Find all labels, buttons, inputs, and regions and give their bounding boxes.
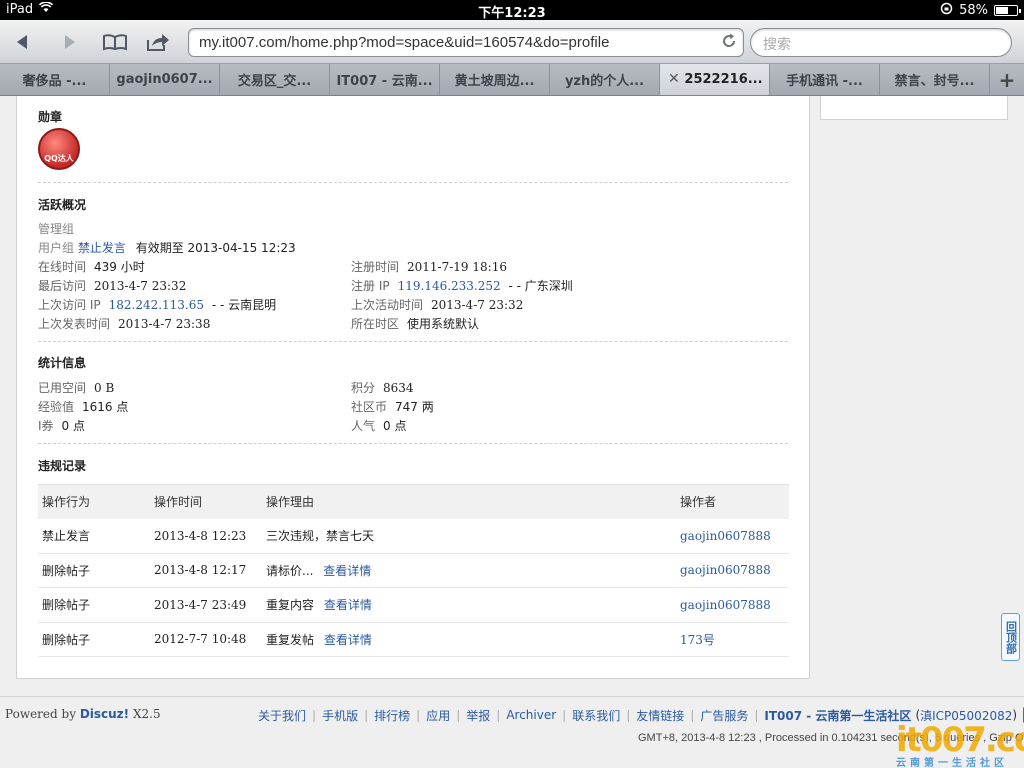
footer-link-archiver[interactable]: Archiver <box>506 708 556 722</box>
view-detail-link[interactable]: 查看详情 <box>324 633 372 647</box>
activity-title: 活跃概况 <box>38 198 87 212</box>
new-tab-button[interactable]: + <box>990 64 1024 95</box>
footer-link-about[interactable]: 关于我们 <box>258 707 306 724</box>
experience: 经验值 1616 点 <box>38 400 129 414</box>
profile-panel: 勋章 QQ达人 活跃概况 管理组 用户组 禁止发言 有效期至 2013-04-1… <box>16 96 810 679</box>
powered-by: Powered by Discuz! X2.5 <box>5 707 161 721</box>
community-coin: 社区币 747 两 <box>351 400 434 414</box>
tab-8[interactable]: 手机通讯 -... <box>770 64 880 95</box>
sidebar-panel <box>820 96 1008 120</box>
url-text: my.it007.com/home.php?mod=space&uid=1605… <box>199 34 610 51</box>
footer-divider <box>0 696 1024 697</box>
table-header-row: 操作行为 操作时间 操作理由 操作者 <box>38 484 789 519</box>
discuz-link[interactable]: Discuz! <box>80 707 129 721</box>
divider <box>38 182 788 183</box>
table-row: 删除帖子 2012-7-7 10:48 重复发帖 查看详情 173号 <box>38 622 789 657</box>
table-row: 删除帖子 2013-4-8 12:17 请标价... 查看详情 gaojin06… <box>38 553 789 588</box>
tab-6[interactable]: yzh的个人... <box>550 64 660 95</box>
header-operator: 操作者 <box>676 484 789 519</box>
register-ip: 注册 IP 119.146.233.252 - - 广东深圳 <box>351 279 573 293</box>
address-bar[interactable]: my.it007.com/home.php?mod=space&uid=1605… <box>188 28 744 57</box>
violations-table: 操作行为 操作时间 操作理由 操作者 禁止发言 2013-4-8 12:23 三… <box>38 484 789 657</box>
rotation-lock-icon <box>940 2 953 19</box>
web-page: 勋章 QQ达人 活跃概况 管理组 用户组 禁止发言 有效期至 2013-04-1… <box>0 96 1024 768</box>
tab-4[interactable]: IT007 - 云南... <box>330 64 440 95</box>
browser-toolbar: my.it007.com/home.php?mod=space&uid=1605… <box>0 20 1024 64</box>
tab-bar: 奢侈品 -... gaojin0607... 交易区_交... IT007 - … <box>0 64 1024 96</box>
header-action: 操作行为 <box>38 484 150 519</box>
search-input[interactable]: 搜索 <box>750 28 1012 57</box>
divider <box>38 341 788 342</box>
online-time: 在线时间 439 小时 <box>38 260 145 274</box>
footer-link-friends[interactable]: 友情链接 <box>636 707 684 724</box>
forward-icon[interactable] <box>54 28 84 56</box>
battery-icon <box>994 5 1021 16</box>
violations-title: 违规记录 <box>38 459 87 473</box>
tab-5[interactable]: 黄土坡周边... <box>440 64 550 95</box>
last-visit: 最后访问 2013-4-7 23:32 <box>38 279 187 293</box>
footer-link-report[interactable]: 举报 <box>466 707 490 724</box>
usergroup-row: 用户组 禁止发言 有效期至 2013-04-15 12:23 <box>38 241 296 255</box>
footer-link-mobile[interactable]: 手机版 <box>322 707 358 724</box>
header-reason: 操作理由 <box>262 484 676 519</box>
register-ip-link[interactable]: 119.146.233.252 <box>398 279 501 293</box>
operator-link[interactable]: 173号 <box>680 633 715 647</box>
it007-logo: it007.com 云南第一生活社区 <box>896 720 1024 768</box>
operator-link[interactable]: gaojin0607888 <box>680 563 771 577</box>
battery-percent: 58% <box>959 3 988 18</box>
view-detail-link[interactable]: 查看详情 <box>323 564 371 578</box>
share-icon[interactable] <box>143 28 173 56</box>
tab-9[interactable]: 禁言、封号... <box>880 64 990 95</box>
stats-title: 统计信息 <box>38 356 87 370</box>
footer-link-contact[interactable]: 联系我们 <box>572 707 620 724</box>
last-active: 上次活动时间 2013-4-7 23:32 <box>351 298 524 312</box>
usergroup-link[interactable]: 禁止发言 <box>78 241 126 255</box>
table-row: 删除帖子 2013-4-7 23:49 重复内容 查看详情 gaojin0607… <box>38 587 789 623</box>
space-used: 已用空间 0 B <box>38 381 115 395</box>
footer-link-ranking[interactable]: 排行榜 <box>374 707 410 724</box>
last-ip: 上次访问 IP 182.242.113.65 - - 云南昆明 <box>38 298 277 312</box>
footer-site-name[interactable]: IT007 - 云南第一生活社区 <box>764 707 911 724</box>
reload-icon[interactable] <box>721 33 737 53</box>
tab-3[interactable]: 交易区_交... <box>220 64 330 95</box>
voucher: I券 0 点 <box>38 419 85 433</box>
footer-link-apps[interactable]: 应用 <box>426 707 450 724</box>
medals-title: 勋章 <box>38 110 63 124</box>
operator-link[interactable]: gaojin0607888 <box>680 529 771 543</box>
tab-1[interactable]: 奢侈品 -... <box>0 64 110 95</box>
last-post: 上次发表时间 2013-4-7 23:38 <box>38 317 211 331</box>
points: 积分 8634 <box>351 381 414 395</box>
timezone: 所在时区 使用系统默认 <box>351 317 480 331</box>
view-detail-link[interactable]: 查看详情 <box>324 598 372 612</box>
operator-link[interactable]: gaojin0607888 <box>680 598 771 612</box>
back-to-top-button[interactable]: 回顶部 <box>1001 613 1020 661</box>
footer-link-ads[interactable]: 广告服务 <box>700 707 748 724</box>
qq-medal-icon: QQ达人 <box>38 128 80 170</box>
plus-icon: + <box>998 67 1016 92</box>
search-placeholder: 搜索 <box>763 37 791 53</box>
popularity: 人气 0 点 <box>351 419 407 433</box>
tab-2[interactable]: gaojin0607... <box>110 64 220 95</box>
back-icon[interactable] <box>8 28 38 56</box>
divider <box>38 443 788 444</box>
last-ip-link[interactable]: 182.242.113.65 <box>109 298 204 312</box>
header-time: 操作时间 <box>150 484 262 519</box>
close-tab-icon[interactable]: ✕ <box>668 71 680 87</box>
status-bar: iPad 下午12:23 58% <box>0 0 1024 21</box>
clock: 下午12:23 <box>478 6 546 21</box>
tab-active[interactable]: ✕ 2522216... <box>660 64 770 95</box>
register-time: 注册时间 2011-7-19 18:16 <box>351 260 507 274</box>
table-row: 禁止发言 2013-4-8 12:23 三次违规，禁言七天 gaojin0607… <box>38 518 789 554</box>
bookmarks-icon[interactable] <box>99 28 131 56</box>
admin-group: 管理组 <box>38 222 75 236</box>
